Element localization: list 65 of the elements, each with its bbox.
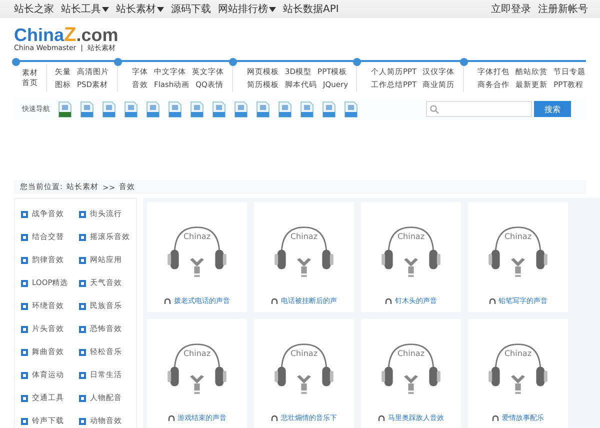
file-icon[interactable] xyxy=(344,100,358,118)
file-icon[interactable] xyxy=(168,100,182,118)
bullet-icon xyxy=(79,372,86,378)
thumbnail-text: Chinaz xyxy=(290,349,318,358)
bullet-icon xyxy=(79,256,86,264)
caret-icon xyxy=(102,6,109,12)
bullet-icon xyxy=(21,234,28,240)
search-button[interactable]: 搜索 xyxy=(534,101,571,117)
headphones-icon xyxy=(492,414,499,422)
file-icon[interactable] xyxy=(146,100,160,118)
top-nav-link[interactable]: 源码下载 xyxy=(171,2,211,16)
file-icon[interactable] xyxy=(234,100,248,118)
headphones-icon xyxy=(168,414,174,422)
file-icon[interactable] xyxy=(212,100,226,118)
headphones-icon xyxy=(378,414,385,422)
bullet-icon xyxy=(21,210,28,218)
bullet-icon xyxy=(21,418,28,424)
file-icon[interactable] xyxy=(256,100,270,118)
bullet-icon xyxy=(21,326,28,332)
headphones-icon xyxy=(271,298,278,304)
bullet-icon xyxy=(79,418,86,424)
headphones-icon xyxy=(385,298,392,304)
thumbnail-text: Chinaz xyxy=(397,232,425,241)
top-nav-link[interactable]: 站长数据API xyxy=(283,2,339,16)
file-icon[interactable] xyxy=(300,100,314,118)
headphones-icon xyxy=(488,298,496,304)
bullet-icon xyxy=(21,302,28,310)
bullet-icon xyxy=(79,348,86,356)
bullet-icon xyxy=(79,326,86,332)
bullet-icon xyxy=(21,372,28,378)
file-icon[interactable] xyxy=(58,100,72,118)
file-icon[interactable] xyxy=(102,100,116,118)
top-nav-link[interactable]: 站长之家 xyxy=(14,2,54,16)
top-nav-link[interactable]: 站长工具 xyxy=(61,2,109,16)
thumbnail-text: Chinaz xyxy=(290,232,318,241)
bullet-icon xyxy=(79,280,86,286)
thumbnail-text: Chinaz xyxy=(183,349,211,358)
headphones-icon xyxy=(271,414,278,422)
bullet-icon xyxy=(21,280,28,286)
file-icon[interactable] xyxy=(124,100,138,118)
headphones-icon xyxy=(164,298,171,304)
thumbnail-text: Chinaz xyxy=(397,349,425,358)
caret-icon xyxy=(269,6,276,12)
thumbnail-text: Chinaz xyxy=(504,232,532,241)
bullet-icon xyxy=(21,256,28,264)
bullet-icon xyxy=(79,210,86,218)
bullet-icon xyxy=(79,234,86,240)
file-icon[interactable] xyxy=(80,100,94,118)
bullet-icon xyxy=(79,394,86,402)
caret-icon xyxy=(157,6,164,12)
bullet-icon xyxy=(21,348,28,356)
file-icon[interactable] xyxy=(322,100,336,118)
search-icon xyxy=(430,104,439,114)
account-link[interactable]: 立即登录 xyxy=(491,2,531,16)
account-link[interactable]: 注册新帐号 xyxy=(538,2,588,16)
bullet-icon xyxy=(21,394,28,402)
thumbnail-text: Chinaz xyxy=(504,349,532,358)
top-nav-link[interactable]: 网站排行榜 xyxy=(218,2,276,16)
site-logo[interactable]: ChinaZ.com xyxy=(14,26,600,44)
bullet-icon xyxy=(79,302,86,310)
top-nav-link[interactable]: 站长素材 xyxy=(116,2,164,16)
thumbnail-text: Chinaz xyxy=(183,232,211,241)
file-icon[interactable] xyxy=(278,100,292,118)
file-icon[interactable] xyxy=(190,100,204,118)
search-field[interactable] xyxy=(426,101,532,117)
